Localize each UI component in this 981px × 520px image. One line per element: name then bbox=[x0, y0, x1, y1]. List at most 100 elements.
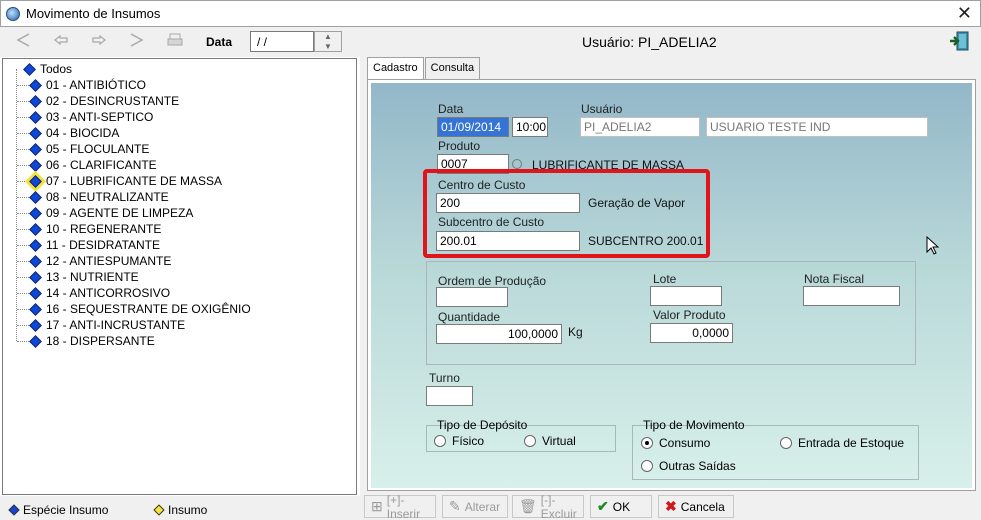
tree-item[interactable]: 08 - NEUTRALIZANTE bbox=[13, 189, 169, 205]
especie-icon bbox=[29, 286, 42, 300]
tree-item[interactable]: 17 - ANTI-INCRUSTANTE bbox=[13, 317, 185, 333]
usuario-nome-field: USUARIO TESTE IND bbox=[706, 117, 928, 137]
tree-item-label: 14 - ANTICORROSIVO bbox=[46, 286, 171, 300]
quantidade-input[interactable]: 100,0000 bbox=[436, 324, 562, 344]
tree-item[interactable]: 01 - ANTIBIÓTICO bbox=[13, 77, 146, 93]
next-icon[interactable] bbox=[88, 32, 110, 52]
valor-produto-input[interactable]: 0,0000 bbox=[650, 323, 733, 343]
especie-icon bbox=[29, 190, 42, 204]
tree-item[interactable]: 13 - NUTRIENTE bbox=[13, 269, 139, 285]
tree-item[interactable]: 06 - CLARIFICANTE bbox=[13, 157, 157, 173]
radio-selected-icon bbox=[641, 437, 653, 449]
alterar-button[interactable]: ✎ Alterar bbox=[442, 495, 508, 518]
tree-connector bbox=[17, 260, 29, 262]
tree-item[interactable]: 05 - FLOCULANTE bbox=[13, 141, 149, 157]
especie-icon bbox=[29, 270, 42, 284]
alterar-label: Alterar bbox=[464, 499, 501, 514]
inserir-button[interactable]: ⊞ [+]-Inserir bbox=[364, 493, 436, 520]
tree-connector bbox=[17, 196, 29, 198]
radio-virtual-label: Virtual bbox=[542, 434, 576, 448]
tree-item[interactable]: 18 - DISPERSANTE bbox=[13, 333, 155, 349]
legend-especie-label: Espécie Insumo bbox=[23, 503, 109, 517]
date-spinner[interactable]: ▲ ▼ bbox=[314, 31, 342, 52]
tree-item[interactable]: 03 - ANTI-SEPTICO bbox=[13, 109, 153, 125]
insumo-tree: Todos 01 - ANTIBIÓTICO 02 - DESINCRUSTANT… bbox=[2, 58, 357, 495]
print-icon[interactable] bbox=[164, 32, 186, 52]
usuario-login-field: PI_ADELIA2 bbox=[580, 117, 700, 137]
check-icon: ✔ bbox=[597, 498, 609, 514]
tree-item-label: 07 - LUBRIFICANTE DE MASSA bbox=[46, 174, 223, 188]
tree-item-label: 08 - NEUTRALIZANTE bbox=[46, 190, 169, 204]
tree-item-label: 02 - DESINCRUSTANTE bbox=[46, 94, 180, 108]
tree-connector bbox=[17, 292, 29, 294]
tree-item-label: 11 - DESIDRATANTE bbox=[46, 238, 161, 252]
turno-input[interactable] bbox=[426, 386, 473, 406]
nota-fiscal-input[interactable] bbox=[803, 286, 900, 306]
prev-icon[interactable] bbox=[50, 32, 72, 52]
insumo-icon bbox=[153, 504, 165, 516]
hora-input[interactable]: 10:00 bbox=[512, 117, 548, 137]
quantidade-label: Quantidade bbox=[438, 310, 501, 324]
radio-outras-saidas[interactable]: Outras Saídas bbox=[641, 459, 736, 473]
date-label: Data bbox=[206, 35, 233, 49]
radio-outras-label: Outras Saídas bbox=[659, 459, 736, 473]
excluir-button[interactable]: 🗑 [-]-Excluir bbox=[512, 493, 584, 520]
ok-button[interactable]: ✔ OK bbox=[590, 495, 652, 518]
trash-icon: 🗑 bbox=[519, 498, 537, 514]
tree-item[interactable]: 09 - AGENTE DE LIMPEZA bbox=[13, 205, 193, 221]
especie-icon bbox=[8, 504, 20, 516]
tree-connector bbox=[17, 132, 29, 134]
tab-consulta[interactable]: Consulta bbox=[424, 57, 481, 79]
search-icon[interactable] bbox=[512, 159, 522, 169]
turno-label: Turno bbox=[429, 371, 460, 385]
tree-item[interactable]: 04 - BIOCIDA bbox=[13, 125, 119, 141]
spin-up-icon[interactable]: ▲ bbox=[315, 32, 341, 42]
date-filter-input[interactable]: / / bbox=[250, 31, 314, 52]
tree-item[interactable]: 12 - ANTIESPUMANTE bbox=[13, 253, 171, 269]
tree-item-label: 10 - REGENERANTE bbox=[46, 222, 162, 236]
tree-item[interactable]: 16 - SEQUESTRANTE DE OXIGÊNIO bbox=[13, 301, 251, 317]
first-icon[interactable] bbox=[12, 32, 34, 52]
tree-connector bbox=[17, 244, 29, 246]
tree-item-label: 13 - NUTRIENTE bbox=[46, 270, 139, 284]
radio-fisico[interactable]: Físico bbox=[434, 434, 484, 448]
tree-item-root[interactable]: Todos bbox=[13, 61, 72, 77]
current-user-label: Usuário: PI_ADELIA2 bbox=[582, 34, 717, 50]
radio-entrada-estoque[interactable]: Entrada de Estoque bbox=[780, 436, 904, 450]
tree-item-label: 18 - DISPERSANTE bbox=[46, 334, 155, 348]
tree-item[interactable]: 07 - LUBRIFICANTE DE MASSA bbox=[13, 173, 222, 189]
radio-virtual[interactable]: Virtual bbox=[524, 434, 576, 448]
tree-connector bbox=[17, 180, 29, 182]
data-input[interactable]: 01/09/2014 bbox=[437, 117, 509, 137]
tree-item[interactable]: 11 - DESIDRATANTE bbox=[13, 237, 160, 253]
tipo-movimento-title: Tipo de Movimento bbox=[643, 418, 745, 432]
tree-legend: Espécie Insumo Insumo bbox=[0, 496, 360, 520]
especie-icon bbox=[29, 334, 42, 348]
radio-consumo[interactable]: Consumo bbox=[641, 436, 710, 450]
tree-item[interactable]: 02 - DESINCRUSTANTE bbox=[13, 93, 179, 109]
close-icon[interactable]: ✕ bbox=[957, 3, 972, 23]
exit-icon[interactable] bbox=[948, 30, 970, 52]
especie-icon bbox=[29, 158, 42, 172]
valor-produto-label: Valor Produto bbox=[653, 308, 726, 322]
legend-insumo-label: Insumo bbox=[168, 503, 208, 517]
tree-connector bbox=[17, 148, 29, 150]
tree-item-label: Todos bbox=[40, 62, 73, 76]
tree-connector bbox=[17, 324, 29, 326]
lote-input[interactable] bbox=[650, 286, 722, 306]
tree-item-label: 09 - AGENTE DE LIMPEZA bbox=[46, 206, 194, 220]
especie-icon bbox=[29, 110, 42, 124]
tree-item[interactable]: 10 - REGENERANTE bbox=[13, 221, 161, 237]
tree-connector bbox=[17, 308, 29, 310]
tab-cadastro[interactable]: Cadastro bbox=[367, 57, 424, 80]
highlight-box bbox=[423, 169, 710, 258]
tree-connector bbox=[17, 276, 29, 278]
cancela-button[interactable]: ✖ Cancela bbox=[658, 495, 734, 518]
tree-item[interactable]: 14 - ANTICORROSIVO bbox=[13, 285, 170, 301]
legend-insumo: Insumo bbox=[153, 503, 208, 517]
spin-down-icon[interactable]: ▼ bbox=[315, 42, 341, 52]
last-icon[interactable] bbox=[126, 32, 148, 52]
quantidade-unit: Kg bbox=[568, 325, 583, 339]
title-bar: Movimento de Insumos ✕ bbox=[0, 0, 981, 27]
ordem-producao-input[interactable] bbox=[436, 287, 508, 307]
